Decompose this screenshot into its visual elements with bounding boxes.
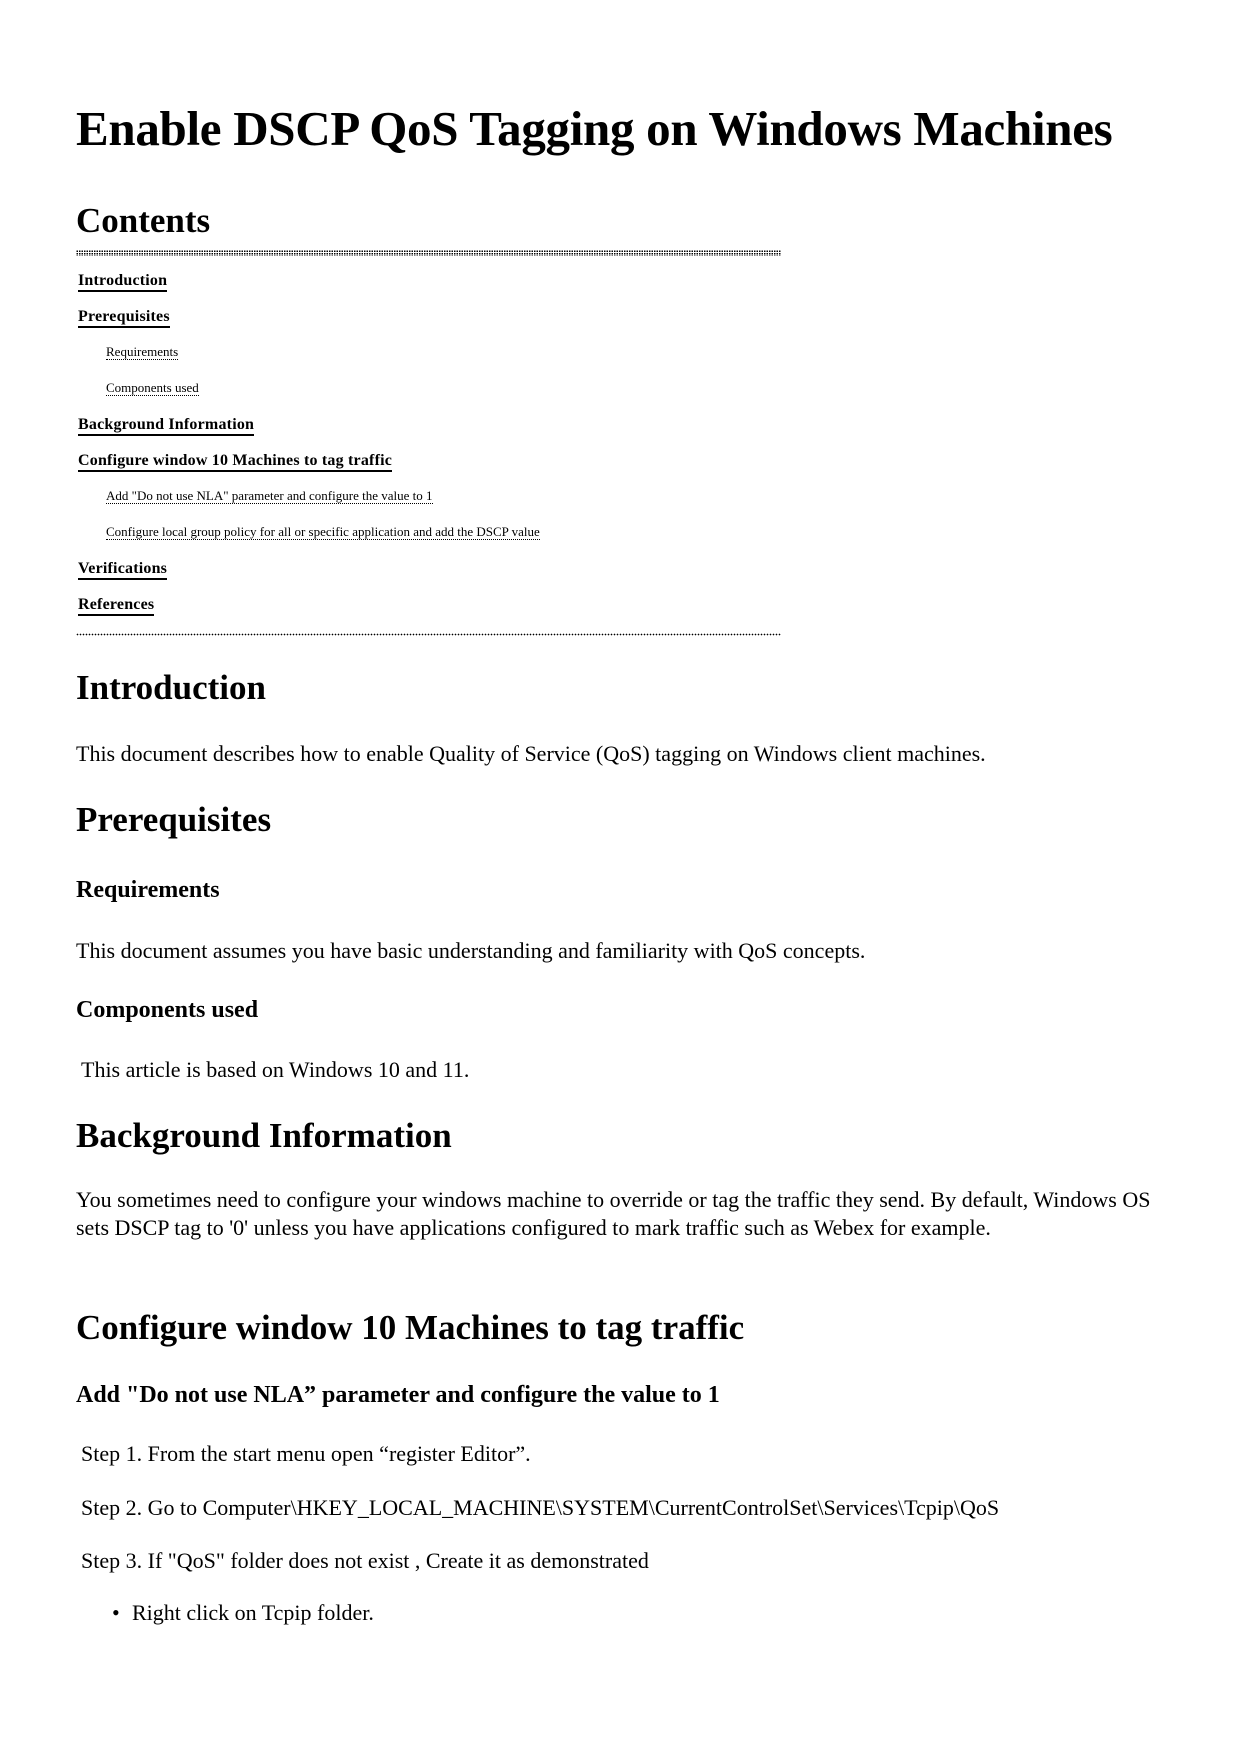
document-title: Enable DSCP QoS Tagging on Windows Machi… <box>76 101 1113 156</box>
bullet-list-item: • Right click on Tcpip folder. <box>112 1599 374 1627</box>
toc-link-background-information[interactable]: Background Information <box>78 416 255 436</box>
background-information-body: You sometimes need to configure your win… <box>76 1187 1151 1240</box>
requirements-heading: Requirements <box>76 877 220 903</box>
contents-top-divider <box>76 250 781 256</box>
prerequisites-heading: Prerequisites <box>76 800 272 839</box>
background-information-heading: Background Information <box>76 1116 452 1155</box>
requirements-body: This document assumes you have basic und… <box>76 938 866 963</box>
step-3: Step 3. If "QoS" folder does not exist ,… <box>81 1548 649 1573</box>
contents-bottom-divider <box>76 633 781 636</box>
introduction-heading: Introduction <box>76 668 266 707</box>
toc-link-introduction[interactable]: Introduction <box>78 272 168 292</box>
step-2: Step 2. Go to Computer\HKEY_LOCAL_MACHIN… <box>81 1495 1000 1520</box>
toc-link-requirements[interactable]: Requirements <box>106 344 179 361</box>
toc-link-references[interactable]: References <box>78 596 155 616</box>
toc-link-configure-group-policy[interactable]: Configure local group policy for all or … <box>106 524 540 541</box>
bullet-icon: • <box>112 1600 120 1625</box>
toc-link-components-used[interactable]: Components used <box>106 380 199 397</box>
components-used-heading: Components used <box>76 997 259 1023</box>
bullet-text: Right click on Tcpip folder. <box>132 1600 374 1625</box>
toc-link-add-nla-parameter[interactable]: Add "Do not use NLA" parameter and confi… <box>106 488 433 505</box>
step-1: Step 1. From the start menu open “regist… <box>81 1441 531 1466</box>
toc-link-configure-machines[interactable]: Configure window 10 Machines to tag traf… <box>78 452 393 472</box>
contents-heading: Contents <box>76 201 211 240</box>
introduction-body: This document describes how to enable Qu… <box>76 741 986 766</box>
configure-machines-heading: Configure window 10 Machines to tag traf… <box>76 1308 745 1347</box>
toc-link-prerequisites[interactable]: Prerequisites <box>78 308 170 328</box>
add-nla-parameter-heading: Add "Do not use NLA” parameter and confi… <box>76 1382 720 1408</box>
components-used-body: This article is based on Windows 10 and … <box>81 1057 470 1082</box>
toc-link-verifications[interactable]: Verifications <box>78 560 168 580</box>
